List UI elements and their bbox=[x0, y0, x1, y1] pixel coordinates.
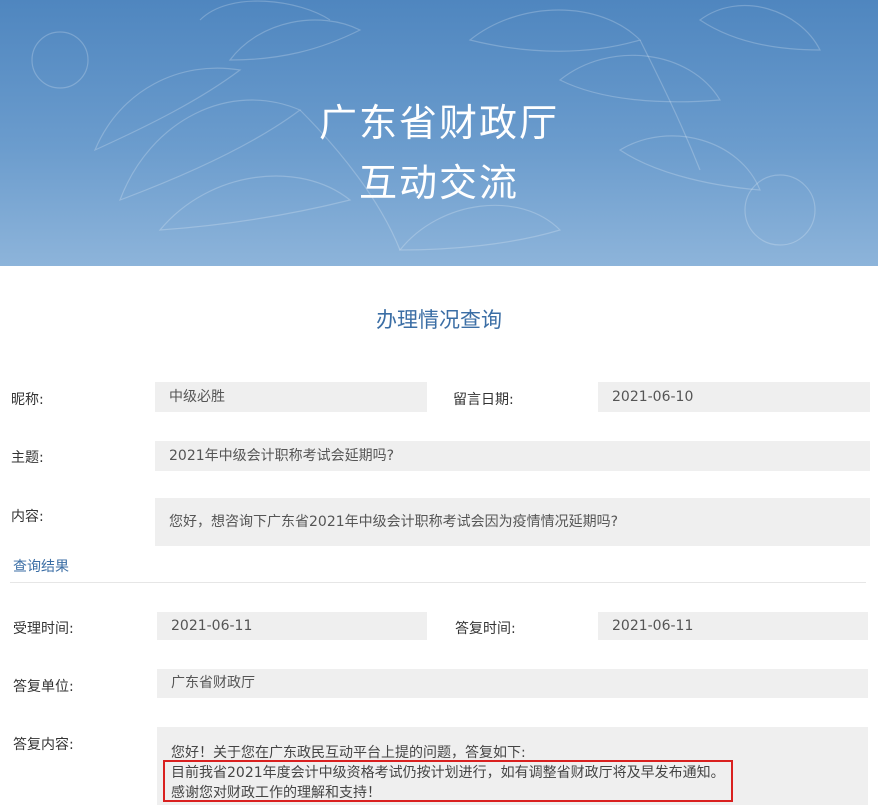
nickname-label: 昵称: bbox=[11, 389, 44, 409]
reply-content-label: 答复内容: bbox=[13, 734, 74, 754]
accept-time-label: 受理时间: bbox=[13, 618, 74, 638]
message-date-field: 2021-06-10 bbox=[598, 382, 870, 412]
banner-subtitle: 互动交流 bbox=[0, 152, 878, 207]
query-result-link[interactable]: 查询结果 bbox=[13, 556, 69, 576]
message-date-label: 留言日期: bbox=[453, 389, 514, 409]
reply-line: 您好！关于您在广东政民互动平台上提的问题，答复如下: bbox=[171, 742, 526, 762]
content-label: 内容: bbox=[11, 506, 44, 526]
nickname-field: 中级必胜 bbox=[155, 382, 427, 412]
header-banner: 广东省财政厅 互动交流 bbox=[0, 0, 878, 266]
reply-time-label: 答复时间: bbox=[455, 618, 516, 638]
reply-unit-field: 广东省财政厅 bbox=[157, 669, 868, 698]
section-title: 办理情况查询 bbox=[0, 304, 878, 334]
highlight-frame bbox=[163, 760, 733, 802]
subject-field: 2021年中级会计职称考试会延期吗? bbox=[155, 441, 870, 471]
accept-time-field: 2021-06-11 bbox=[157, 612, 427, 640]
subject-label: 主题: bbox=[11, 447, 44, 467]
divider bbox=[10, 582, 866, 583]
reply-unit-label: 答复单位: bbox=[13, 676, 74, 696]
reply-time-field: 2021-06-11 bbox=[598, 612, 868, 640]
banner-title: 广东省财政厅 bbox=[0, 92, 878, 147]
content-field: 您好，想咨询下广东省2021年中级会计职称考试会因为疫情情况延期吗? bbox=[155, 498, 870, 546]
